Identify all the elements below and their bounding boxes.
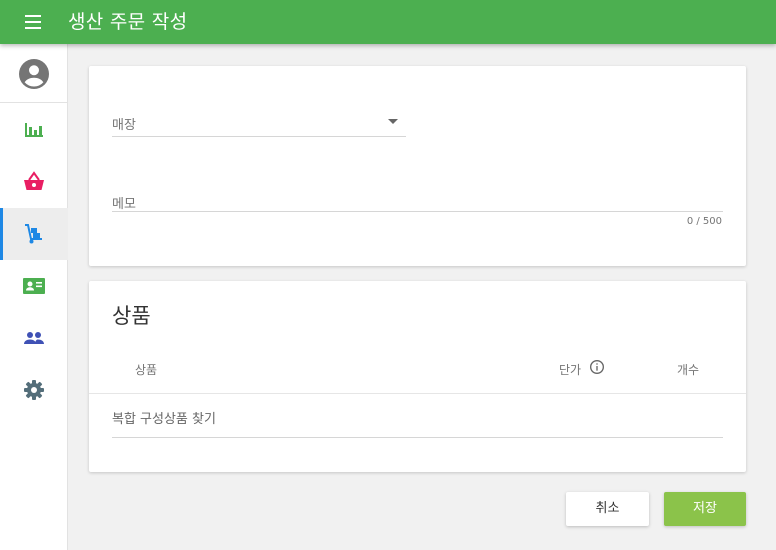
column-header-price: 단가 bbox=[559, 363, 582, 377]
memo-character-counter: 0 / 500 bbox=[686, 216, 722, 227]
memo-input[interactable]: 메모 bbox=[112, 189, 723, 212]
sidebar-item-basket[interactable] bbox=[0, 156, 68, 208]
products-card: 상품 상품 단가 개수 복합 구성상품 찾기 bbox=[89, 281, 746, 472]
table-header-divider bbox=[89, 393, 746, 394]
column-header-count: 개수 bbox=[677, 363, 700, 377]
products-section-title: 상품 bbox=[112, 304, 151, 328]
sidebar-profile bbox=[0, 44, 68, 103]
page-title: 생산 주문 작성 bbox=[68, 11, 188, 33]
sidebar-item-settings[interactable] bbox=[0, 364, 68, 416]
gear-icon bbox=[24, 380, 44, 400]
account-circle-icon[interactable] bbox=[19, 59, 49, 89]
sidebar-item-chart[interactable] bbox=[0, 104, 68, 156]
memo-label: 메모 bbox=[112, 197, 136, 212]
store-select[interactable]: 매장 bbox=[112, 110, 406, 137]
composite-product-search-input[interactable]: 복합 구성상품 찾기 bbox=[112, 405, 723, 438]
sidebar-item-production[interactable] bbox=[0, 208, 68, 260]
info-icon[interactable] bbox=[589, 359, 605, 375]
dropdown-arrow-icon bbox=[388, 119, 398, 124]
menu-icon[interactable] bbox=[20, 11, 46, 33]
column-header-product: 상품 bbox=[135, 363, 158, 377]
save-button[interactable]: 저장 bbox=[664, 492, 746, 526]
order-info-card: 매장 메모 0 / 500 bbox=[89, 66, 746, 266]
app-bar: 생산 주문 작성 bbox=[0, 0, 776, 44]
hand-truck-icon bbox=[25, 224, 42, 244]
sidebar-item-people[interactable] bbox=[0, 312, 68, 364]
cancel-button[interactable]: 취소 bbox=[566, 492, 649, 526]
store-label: 매장 bbox=[112, 118, 136, 133]
people-icon bbox=[24, 332, 44, 344]
shopping-basket-icon bbox=[24, 171, 44, 190]
contact-card-icon bbox=[23, 278, 45, 294]
bar-chart-icon bbox=[25, 123, 43, 137]
sidebar-item-contact[interactable] bbox=[0, 260, 68, 312]
sidebar bbox=[0, 44, 68, 550]
composite-product-search-placeholder: 복합 구성상품 찾기 bbox=[112, 412, 216, 427]
